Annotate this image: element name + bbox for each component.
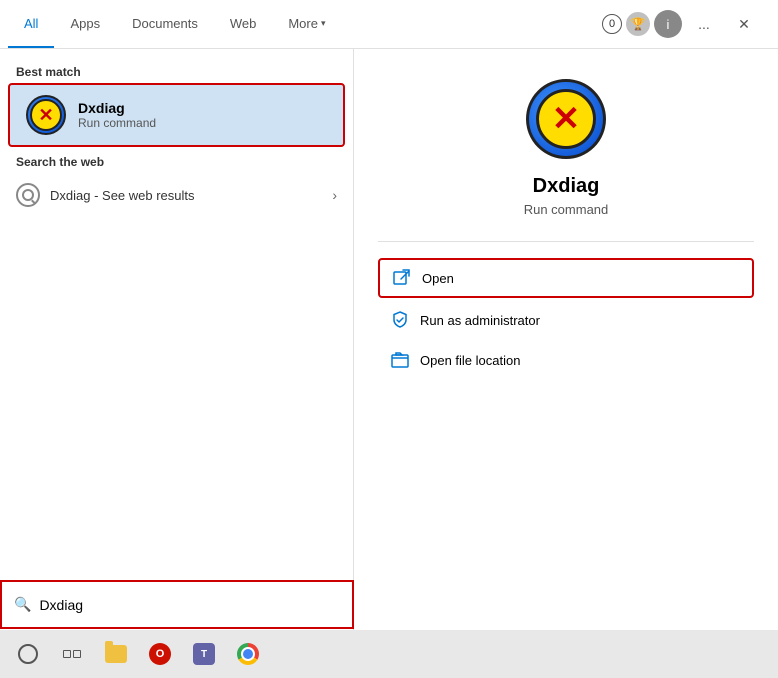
close-button[interactable]: ✕ <box>726 6 762 42</box>
tab-apps[interactable]: Apps <box>54 0 116 48</box>
search-inner-icon <box>22 189 34 201</box>
app-large-name: Dxdiag <box>533 175 600 198</box>
ellipsis-icon[interactable]: ... <box>686 6 722 42</box>
open-label: Open <box>422 271 454 286</box>
divider <box>378 241 754 242</box>
person-icon[interactable]: i <box>654 10 682 38</box>
app-info: Dxdiag Run command <box>78 100 156 130</box>
chevron-right-icon: › <box>332 187 337 203</box>
web-search-text: Dxdiag - See web results <box>50 188 195 203</box>
shield-icon <box>390 310 410 330</box>
file-explorer-button[interactable] <box>96 634 136 674</box>
tab-all[interactable]: All <box>8 0 54 48</box>
chrome-button[interactable] <box>228 634 268 674</box>
open-action[interactable]: Open <box>378 258 754 298</box>
teams-button[interactable]: T <box>184 634 224 674</box>
teams-icon: T <box>193 643 215 665</box>
left-panel: Best match Dxdiag Run command Search the… <box>0 49 354 630</box>
taskbar: O T <box>0 630 778 678</box>
main-content: Best match Dxdiag Run command Search the… <box>0 49 778 630</box>
search-circle-icon <box>16 183 40 207</box>
best-match-label: Best match <box>0 57 353 83</box>
search-bar-icon: 🔍 <box>14 596 31 613</box>
tab-more[interactable]: More ▾ <box>272 0 341 48</box>
badge-count[interactable]: 0 <box>602 14 622 34</box>
search-bar[interactable]: 🔍 <box>0 580 354 629</box>
nav-right-icons: 0 🏆 i ... ✕ <box>602 6 770 42</box>
run-as-admin-action[interactable]: Run as administrator <box>378 302 754 338</box>
app-large-type: Run command <box>524 202 609 217</box>
chevron-down-icon: ▾ <box>321 18 326 29</box>
nav-tabs: All Apps Documents Web More ▾ 0 🏆 i ... … <box>0 0 778 49</box>
tab-web[interactable]: Web <box>214 0 273 48</box>
best-match-item[interactable]: Dxdiag Run command <box>8 83 345 147</box>
web-search-label: Search the web <box>0 147 353 173</box>
app-name: Dxdiag <box>78 100 156 116</box>
opera-button[interactable]: O <box>140 634 180 674</box>
search-input[interactable] <box>39 597 340 613</box>
opera-icon: O <box>149 643 171 665</box>
dxdiag-icon <box>26 95 66 135</box>
dxdiag-large-icon <box>526 79 606 159</box>
folder-icon <box>105 645 127 663</box>
web-search-item[interactable]: Dxdiag - See web results › <box>0 173 353 217</box>
tab-documents[interactable]: Documents <box>116 0 214 48</box>
open-file-location-action[interactable]: Open file location <box>378 342 754 378</box>
circle-icon <box>18 644 38 664</box>
open-icon <box>392 268 412 288</box>
taskview-button[interactable] <box>52 634 92 674</box>
chrome-icon <box>237 643 259 665</box>
open-file-location-label: Open file location <box>420 353 520 368</box>
taskview-icon <box>63 650 81 658</box>
run-as-admin-label: Run as administrator <box>420 313 540 328</box>
start-menu: All Apps Documents Web More ▾ 0 🏆 i ... … <box>0 0 778 630</box>
file-location-icon <box>390 350 410 370</box>
right-panel: Dxdiag Run command Open <box>354 49 778 630</box>
start-button[interactable] <box>8 634 48 674</box>
trophy-icon[interactable]: 🏆 <box>626 12 650 36</box>
app-type: Run command <box>78 116 156 130</box>
